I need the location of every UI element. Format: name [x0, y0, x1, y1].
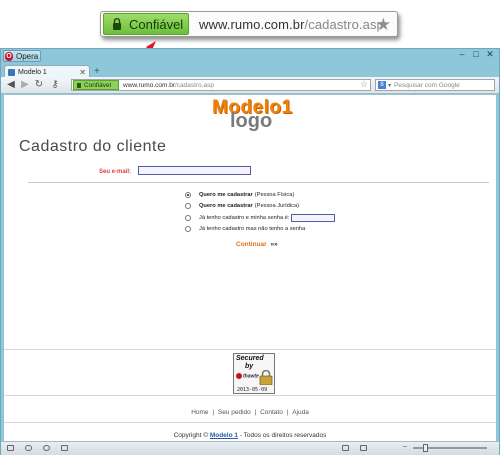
site-logo[interactable]: Modelo1 logo [212, 97, 298, 132]
footer-link-contato[interactable]: Contato [260, 409, 283, 416]
logo-line-2: logo [230, 110, 273, 132]
status-bar: – [1, 441, 499, 455]
secure-connection-badge[interactable]: Confiável [103, 13, 189, 35]
option-4-text: Já tenho cadastro mas não tenho a senha [199, 226, 306, 232]
copyright-divider [4, 422, 496, 423]
address-secure-badge[interactable]: Confiável [73, 80, 119, 90]
opera-menu-label: Opera [16, 51, 39, 61]
seal-line-2: by [245, 363, 254, 370]
radio-pessoa-juridica[interactable] [185, 203, 191, 209]
downloads-icon[interactable] [61, 445, 68, 451]
favicon-icon [8, 68, 15, 76]
tab-bar: Modelo 1 ✕ + [1, 63, 499, 78]
minimize-icon[interactable]: – [455, 49, 469, 59]
email-input[interactable] [138, 166, 251, 175]
tab-title: Modelo 1 [18, 68, 47, 76]
bookmark-star-icon[interactable]: ★ [376, 15, 391, 35]
page-title: Cadastro do cliente [19, 138, 167, 155]
url-path: /cadastro.asp [304, 16, 384, 32]
address-url-domain: www.rumo.com.br [123, 81, 176, 89]
key-icon[interactable]: ⚷ [49, 79, 61, 90]
footer-link-ajuda[interactable]: Ajuda [292, 409, 309, 416]
title-bar: O Opera – □ ✕ [1, 49, 499, 62]
lock-icon [113, 18, 121, 30]
browser-window: O Opera – □ ✕ Modelo 1 ✕ + ◀ ▶ ↻ ⚷ Confi… [0, 48, 500, 455]
footer-separator: | [286, 409, 289, 416]
copyright-prefix: Copyright © [173, 432, 209, 439]
seal-brand-text: thawte [243, 373, 259, 380]
forward-arrow-icon[interactable]: ▶ [19, 79, 31, 90]
option-pessoa-juridica[interactable]: Quero me cadastrar (Pessoa Jurídica) [185, 203, 299, 209]
footer-link-home[interactable]: Home [191, 409, 208, 416]
footer-link-seu-pedido[interactable]: Seu pedido [218, 409, 251, 416]
title-divider [28, 182, 489, 183]
thawte-logo-icon [236, 373, 242, 379]
continue-button[interactable]: Continuar »» [236, 241, 278, 248]
search-dropdown-icon[interactable]: ▾ [388, 82, 391, 89]
copyright-suffix: - Todos os direitos reservados [239, 432, 327, 439]
padlock-icon [259, 370, 273, 385]
images-icon[interactable] [360, 445, 367, 451]
zoom-slider-knob[interactable] [423, 444, 428, 452]
zoom-out-icon[interactable]: – [403, 443, 407, 450]
address-url[interactable]: www.rumo.com.br/cadastro.asp [123, 82, 214, 89]
option-1-text: (Pessoa Física) [254, 192, 295, 198]
page-content: Modelo1 logo Cadastro do cliente Seu e-m… [4, 95, 496, 442]
footer-separator: | [254, 409, 257, 416]
address-bar[interactable]: Confiável www.rumo.com.br/cadastro.asp ☆ [71, 79, 371, 91]
radio-pessoa-fisica[interactable] [185, 192, 191, 198]
continue-arrow-icon: »» [270, 241, 278, 248]
secure-label: Confiável [129, 16, 184, 32]
option-pessoa-fisica[interactable]: Quero me cadastrar (Pessoa Física) [185, 192, 294, 198]
option-no-password[interactable]: Já tenho cadastro mas não tenho a senha [185, 226, 305, 232]
option-1-bold: Quero me cadastrar [199, 192, 253, 198]
address-lock-icon [77, 82, 81, 88]
url-domain: www.rumo.com.br [199, 16, 305, 32]
close-tab-icon[interactable]: ✕ [79, 68, 86, 77]
search-placeholder: Pesquisar com Google [394, 81, 460, 89]
password-input[interactable] [291, 214, 336, 222]
reload-icon[interactable]: ↻ [33, 79, 45, 90]
navigation-toolbar: ◀ ▶ ↻ ⚷ Confiável www.rumo.com.br/cadast… [1, 77, 499, 94]
content-divider [4, 349, 496, 350]
close-window-icon[interactable]: ✕ [483, 49, 497, 60]
copyright-link[interactable]: Modelo 1 [210, 432, 238, 439]
turbo-icon[interactable] [43, 445, 50, 451]
footer-separator: | [212, 409, 215, 416]
back-arrow-icon[interactable]: ◀ [5, 79, 17, 90]
address-bar-callout: Confiável www.rumo.com.br/cadastro.asp ★ [100, 11, 398, 37]
zoom-slider[interactable] [413, 444, 487, 452]
footer-divider [4, 395, 496, 396]
seal-brand: thawte [236, 373, 259, 379]
view-mode-icon[interactable] [342, 445, 349, 451]
radio-have-password[interactable] [185, 215, 191, 221]
option-3-text: Já tenho cadastro e minha senha é: [199, 215, 290, 221]
radio-no-password[interactable] [185, 226, 191, 232]
cloud-sync-icon[interactable] [25, 445, 32, 451]
new-tab-button[interactable]: + [94, 66, 100, 77]
option-have-password[interactable]: Já tenho cadastro e minha senha é: [185, 214, 336, 222]
maximize-icon[interactable]: □ [469, 49, 483, 59]
option-2-bold: Quero me cadastrar [199, 203, 253, 209]
seal-date: 2013-05-09 [237, 387, 268, 393]
seal-line-1: Secured [236, 355, 264, 362]
opera-logo-icon: O [5, 51, 13, 61]
address-star-icon[interactable]: ☆ [360, 79, 368, 90]
footer-nav: Home | Seu pedido | Contato | Ajuda [4, 409, 496, 416]
url-text[interactable]: www.rumo.com.br/cadastro.asp [199, 17, 384, 32]
continue-label: Continuar [236, 241, 267, 248]
copyright-text: Copyright © Modelo 1 - Todos os direitos… [4, 432, 496, 439]
address-secure-label: Confiável [84, 81, 112, 89]
option-2-text: (Pessoa Jurídica) [254, 203, 300, 209]
screenshot-root: Confiável www.rumo.com.br/cadastro.asp ★… [0, 0, 500, 455]
opera-menu-button[interactable]: O Opera [3, 50, 41, 62]
search-engine-icon[interactable]: 8 [378, 81, 386, 89]
address-url-path: /cadastro.asp [175, 81, 215, 89]
thawte-security-seal[interactable]: Secured by thawte 2013-05-09 [233, 353, 275, 394]
search-box[interactable]: 8 ▾ Pesquisar com Google [375, 79, 495, 91]
email-label: Seu e-mail: [99, 169, 132, 175]
panel-toggle-icon[interactable] [7, 445, 14, 451]
